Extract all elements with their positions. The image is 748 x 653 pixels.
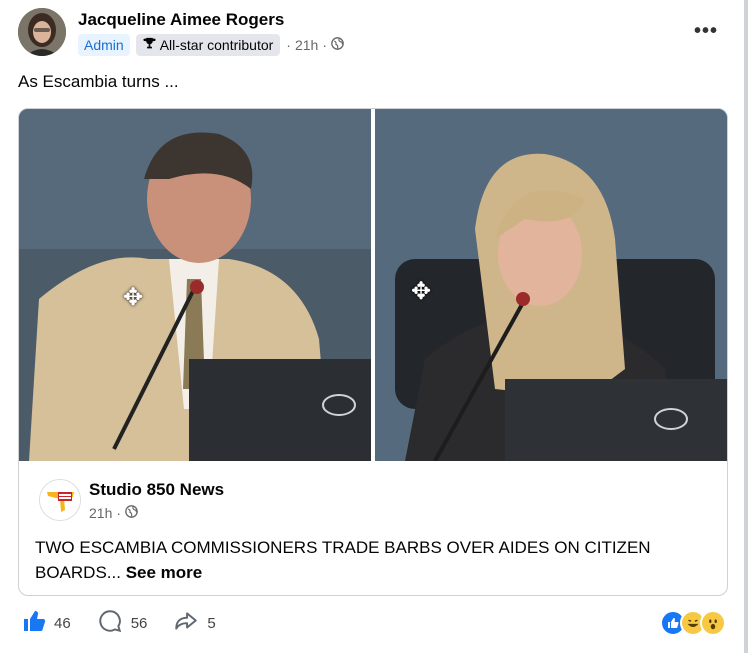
scrollbar-edge	[744, 0, 748, 653]
see-more-link[interactable]: See more	[126, 563, 203, 582]
reaction-summary[interactable]	[660, 610, 726, 636]
source-name[interactable]: Studio 850 News	[89, 480, 224, 500]
author-badges: Admin All-star contributor · 21h ·	[78, 34, 344, 56]
comment-count: 56	[130, 614, 148, 632]
trophy-icon	[143, 37, 156, 53]
shared-headline: TWO ESCAMBIA COMMISSIONERS TRADE BARBS O…	[35, 538, 651, 582]
post-meta: · 21h ·	[286, 37, 344, 53]
source-meta: 21h ·	[89, 505, 138, 521]
globe-icon	[331, 37, 344, 53]
contributor-badge[interactable]: All-star contributor	[135, 34, 281, 56]
video-panel-left: ✥	[19, 109, 371, 461]
comment-button[interactable]: 56	[97, 608, 148, 638]
shared-post-card[interactable]: ✥ ✥ Studio 850 News 21h · TWO ESCAMBIA C…	[18, 108, 728, 596]
globe-icon	[125, 505, 138, 521]
author-name[interactable]: Jacqueline Aimee Rogers	[78, 10, 284, 30]
like-count: 46	[54, 614, 71, 632]
like-button[interactable]: 46	[22, 609, 71, 637]
avatar[interactable]	[18, 8, 66, 56]
video-panel-right: ✥	[375, 109, 727, 461]
video-media[interactable]: ✥ ✥	[19, 109, 727, 461]
wow-icon	[700, 610, 726, 636]
source-logo[interactable]	[39, 479, 81, 521]
post-text: As Escambia turns ...	[18, 72, 179, 91]
shared-source: Studio 850 News 21h · TWO ESCAMBIA COMMI…	[19, 461, 727, 595]
action-bar: 46 56 5	[22, 608, 242, 638]
contributor-label: All-star contributor	[159, 37, 274, 53]
share-count: 5	[207, 614, 216, 632]
comment-icon	[97, 608, 123, 638]
share-button[interactable]: 5	[173, 608, 216, 638]
thumbs-up-icon	[22, 609, 46, 637]
move-cursor-icon: ✥	[123, 284, 144, 311]
post-time[interactable]: 21h	[295, 37, 318, 53]
share-icon	[173, 608, 199, 638]
move-cursor-icon: ✥	[411, 278, 432, 305]
admin-badge[interactable]: Admin	[78, 34, 130, 56]
source-time[interactable]: 21h	[89, 505, 112, 521]
more-options-icon[interactable]: •••	[694, 20, 718, 43]
